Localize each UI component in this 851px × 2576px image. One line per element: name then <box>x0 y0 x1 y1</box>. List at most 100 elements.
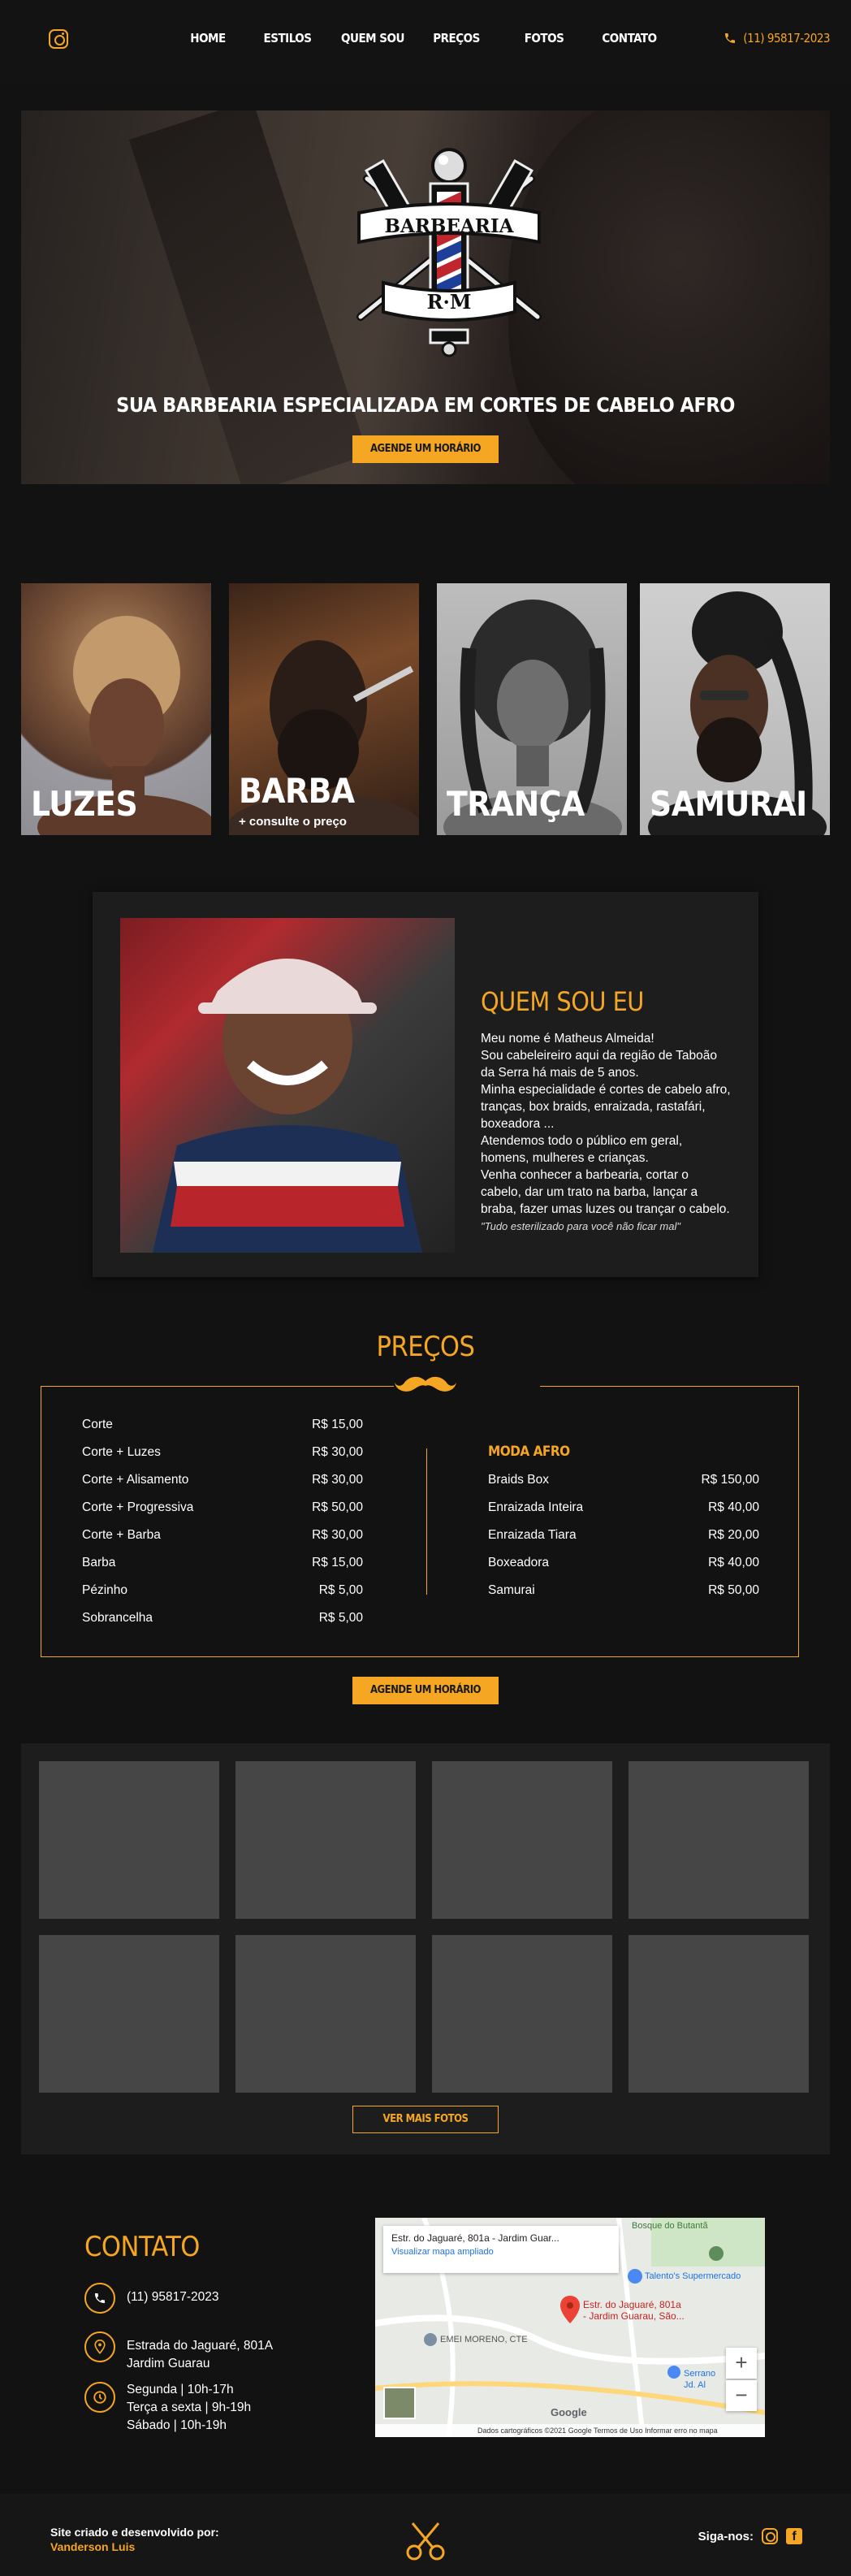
about-paragraph: Sou cabeleireiro aqui da região de Taboã… <box>481 1049 717 1080</box>
gallery-image[interactable] <box>432 1761 612 1919</box>
google-logo: Google <box>551 2406 587 2418</box>
instagram-icon[interactable] <box>49 29 68 49</box>
nav-item-precos[interactable]: PREÇOS <box>409 31 503 45</box>
service-card-tranca[interactable]: TRANÇA <box>437 583 627 835</box>
price-item-name: Enraizada Inteira <box>488 1500 584 1514</box>
contact-hours-line: Segunda | 10h-17h <box>127 2383 234 2396</box>
photo-gallery: VER MAIS FOTOS <box>21 1743 830 2154</box>
hero-title: SUA BARBEARIA ESPECIALIZADA EM CORTES DE… <box>116 393 735 417</box>
nav-item-quem-sou[interactable]: QUEM SOU <box>336 31 409 45</box>
mustache-icon <box>395 1376 456 1392</box>
afro-title: MODA AFRO <box>488 1444 570 1460</box>
contact-address-line: Estrada do Jaguaré, 801A <box>127 2339 274 2353</box>
instagram-icon[interactable] <box>762 2528 778 2544</box>
map-poi-label: Talento's Supermercado <box>645 2271 741 2281</box>
price-item-value: R$ 50,00 <box>708 1583 759 1597</box>
top-navbar: HOME ESTILOS QUEM SOU PREÇOS FOTOS CONTA… <box>0 0 851 80</box>
price-item-name: Boxeadora <box>488 1556 549 1569</box>
map-poi-label: Bosque do Butantã <box>632 2221 708 2231</box>
footer-credit-text: Site criado e desenvolvido por: <box>50 2526 219 2539</box>
google-map[interactable]: Estr. do Jaguaré, 801a - Jardim Guar... … <box>375 2218 765 2437</box>
map-satellite-toggle[interactable] <box>383 2387 416 2419</box>
gallery-image[interactable] <box>629 1935 809 2093</box>
nav-item-estilos[interactable]: ESTILOS <box>239 31 336 45</box>
service-card-samurai[interactable]: SAMURAI <box>640 583 830 835</box>
nav-item-home[interactable]: HOME <box>177 31 239 45</box>
footer-author[interactable]: Vanderson Luis <box>50 2539 219 2554</box>
hero-banner: BARBEARIA R·M SUA BARBEARIA ESPECIALIZAD… <box>21 110 830 484</box>
map-attribution: Dados cartográficos ©2021 Google Termos … <box>375 2424 765 2437</box>
about-paragraph: Atendemos todo o público em geral, homen… <box>481 1134 683 1165</box>
price-row: Samurai R$ 50,00 <box>488 1577 759 1604</box>
nav-item-contato[interactable]: CONTATO <box>585 31 674 45</box>
about-paragraph: Venha conhecer a barbearia, cortar o cab… <box>481 1168 730 1216</box>
contact-address-line: Jardim Guarau <box>127 2357 210 2370</box>
price-item-name: Corte + Progressiva <box>82 1500 194 1514</box>
about-paragraph: Meu nome é Matheus Almeida! <box>481 1032 654 1046</box>
price-row: Pézinho R$ 5,00 <box>82 1577 363 1604</box>
price-item-value: R$ 50,00 <box>312 1500 363 1514</box>
price-item-name: Corte + Barba <box>82 1528 161 1542</box>
contact-phone[interactable]: (11) 95817-2023 <box>84 2283 218 2314</box>
gallery-image[interactable] <box>235 1761 416 1919</box>
price-item-name: Pézinho <box>82 1583 128 1597</box>
footer-follow-label: Siga-nos: <box>698 2529 754 2544</box>
price-list-general: Corte R$ 15,00 Corte + Luzes R$ 30,00 Cort… <box>82 1411 363 1632</box>
gallery-image[interactable] <box>39 1935 219 2093</box>
price-row: Corte R$ 15,00 <box>82 1411 363 1439</box>
barbershop-logo: BARBEARIA R·M <box>356 148 542 357</box>
price-item-value: R$ 20,00 <box>708 1528 759 1542</box>
price-row: Boxeadora R$ 40,00 <box>488 1549 759 1577</box>
price-row: Braids Box R$ 150,00 <box>488 1466 759 1494</box>
service-label: TRANÇA <box>447 784 585 824</box>
gallery-image[interactable] <box>629 1761 809 1919</box>
barber-photo <box>120 918 455 1253</box>
price-item-value: R$ 15,00 <box>312 1418 363 1431</box>
price-item-name: Corte + Luzes <box>82 1445 161 1459</box>
prices-schedule-button[interactable]: AGENDE UM HORÁRIO <box>352 1677 499 1704</box>
price-row: Corte + Luzes R$ 30,00 <box>82 1439 363 1466</box>
map-place-name: Estr. do Jaguaré, 801a - Jardim Guar... <box>391 2232 559 2244</box>
service-label: BARBA <box>239 771 355 811</box>
map-enlarge-link[interactable]: Visualizar mapa ampliado <box>391 2247 611 2257</box>
price-row: Enraizada Inteira R$ 40,00 <box>488 1494 759 1522</box>
price-item-name: Enraizada Tiara <box>488 1528 577 1542</box>
footer-credit: Site criado e desenvolvido por: Vanderso… <box>50 2525 219 2554</box>
gallery-image[interactable] <box>39 1761 219 1919</box>
map-poi-label: EMEI MORENO, CTE <box>440 2335 528 2344</box>
nav-item-fotos[interactable]: FOTOS <box>503 31 585 45</box>
price-item-name: Barba <box>82 1556 116 1569</box>
price-item-value: R$ 30,00 <box>312 1473 363 1487</box>
service-label: SAMURAI <box>650 784 807 824</box>
nav-phone-number: (11) 95817-2023 <box>743 31 830 45</box>
about-text: Meu nome é Matheus Almeida! Sou cabeleir… <box>481 1030 732 1235</box>
price-item-value: R$ 150,00 <box>701 1473 759 1487</box>
price-item-value: R$ 30,00 <box>312 1528 363 1542</box>
service-card-barba[interactable]: BARBA + consulte o preço <box>229 583 419 835</box>
gallery-image[interactable] <box>235 1935 416 2093</box>
hero-schedule-button[interactable]: AGENDE UM HORÁRIO <box>352 435 499 463</box>
contact-hours-line: Sábado | 10h-19h <box>127 2418 227 2432</box>
facebook-icon[interactable]: f <box>786 2528 802 2544</box>
more-photos-button[interactable]: VER MAIS FOTOS <box>352 2106 499 2133</box>
phone-icon <box>84 2283 115 2314</box>
map-zoom-out-button[interactable]: − <box>726 2380 757 2411</box>
map-zoom-in-button[interactable]: + <box>726 2348 757 2379</box>
price-item-value: R$ 40,00 <box>708 1556 759 1569</box>
location-pin-icon <box>84 2331 115 2362</box>
price-item-value: R$ 5,00 <box>318 1583 363 1597</box>
about-quote: "Tudo esterilizado para você não ficar m… <box>481 1220 680 1232</box>
scissors-icon <box>406 2522 445 2561</box>
price-item-name: Corte + Alisamento <box>82 1473 189 1487</box>
price-row: Enraizada Tiara R$ 20,00 <box>488 1522 759 1549</box>
price-row: Corte + Progressiva R$ 50,00 <box>82 1494 363 1522</box>
service-card-luzes[interactable]: LUZES <box>21 583 211 835</box>
contact-hours: Segunda | 10h-17h Terça a sexta | 9h-19h… <box>84 2375 251 2435</box>
nav-menu: HOME ESTILOS QUEM SOU PREÇOS FOTOS CONTA… <box>177 31 674 45</box>
price-item-name: Samurai <box>488 1583 535 1597</box>
price-item-value: R$ 30,00 <box>312 1445 363 1459</box>
prices-title: PREÇOS <box>376 1331 475 1363</box>
price-row: Corte + Alisamento R$ 30,00 <box>82 1466 363 1494</box>
nav-phone[interactable]: (11) 95817-2023 <box>724 31 830 45</box>
gallery-image[interactable] <box>432 1935 612 2093</box>
